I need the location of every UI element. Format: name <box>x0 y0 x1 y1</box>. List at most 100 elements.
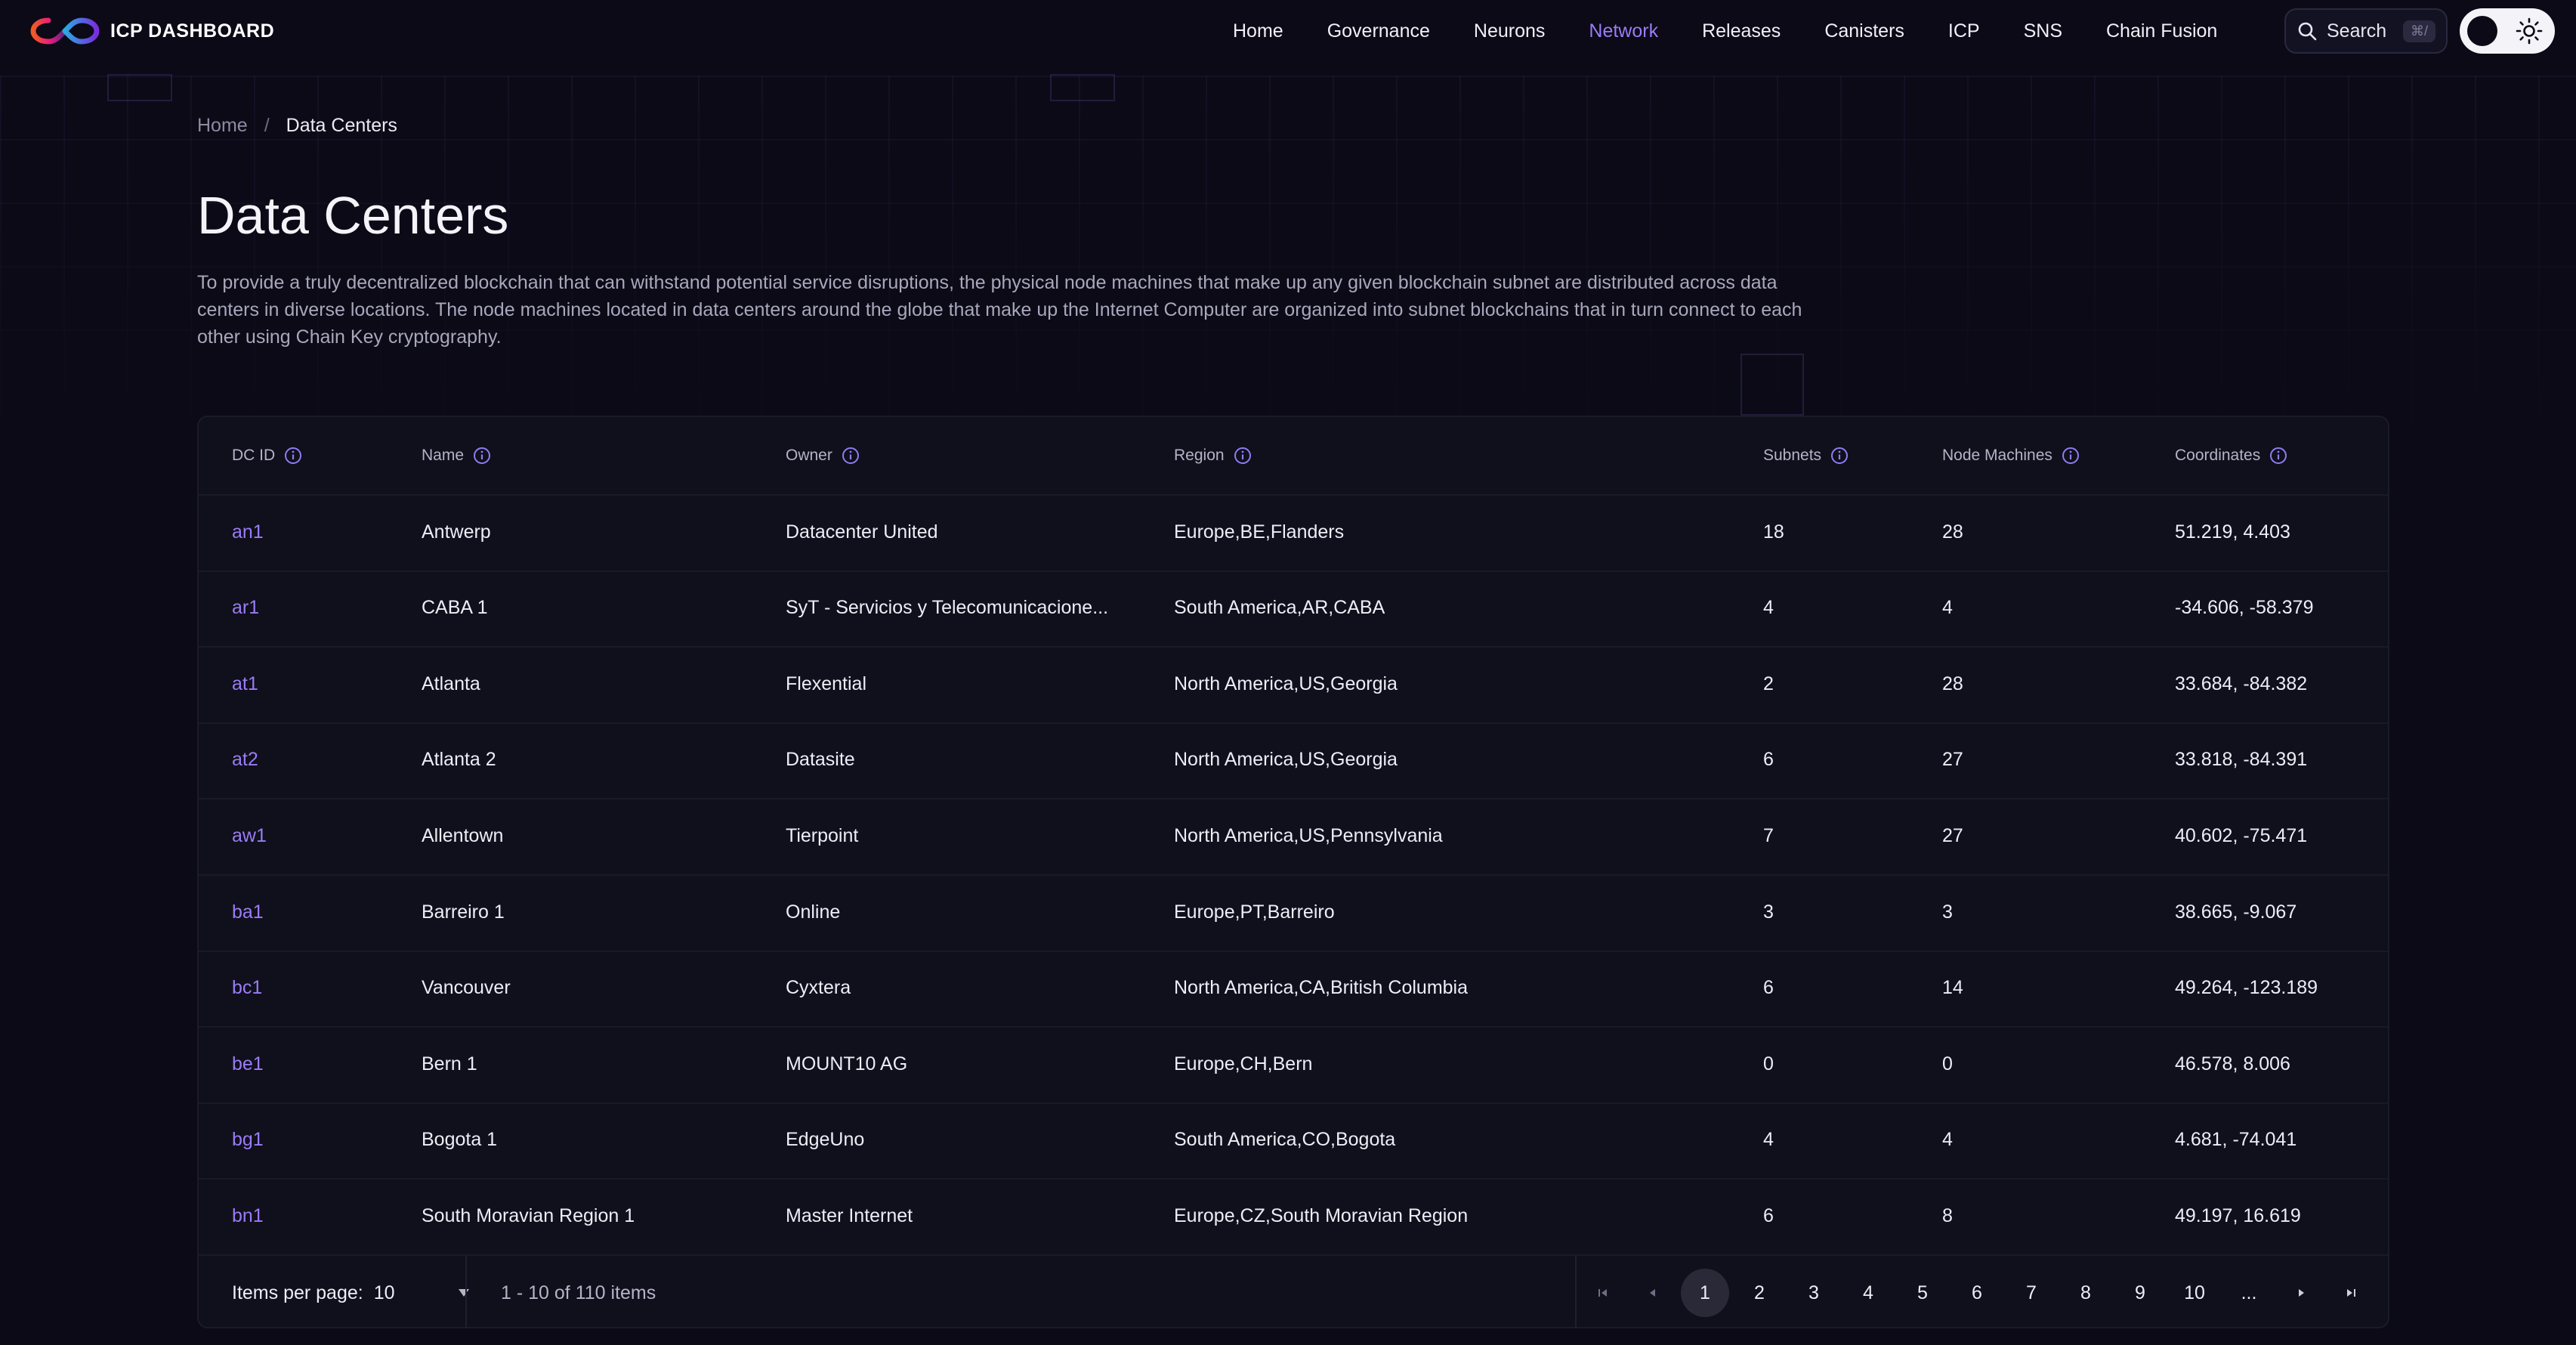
region-cell: North America,CA,British Columbia <box>1174 977 1469 999</box>
nav-canisters[interactable]: Canisters <box>1824 20 1904 42</box>
previous-page-button[interactable] <box>1631 1269 1675 1317</box>
page-button-2[interactable]: 2 <box>1735 1269 1784 1317</box>
dc-id-link[interactable]: aw1 <box>232 825 267 847</box>
column-header-owner: Owner <box>786 417 860 494</box>
column-header-dc-id: DC ID <box>232 417 302 494</box>
nav-icp[interactable]: ICP <box>1948 20 1980 42</box>
next-page-icon <box>2299 1289 2304 1297</box>
page-button-4[interactable]: 4 <box>1844 1269 1892 1317</box>
search-button[interactable]: Search ⌘/ <box>2284 8 2448 54</box>
table-row[interactable]: aw1 Allentown Tierpoint North America,US,Pe… <box>199 798 2388 872</box>
dc-id-link[interactable]: at1 <box>232 673 258 695</box>
dc-id-link[interactable]: bg1 <box>232 1129 264 1151</box>
owner-cell: Datasite <box>786 749 855 771</box>
dc-id-link[interactable]: ar1 <box>232 597 259 619</box>
table-row[interactable]: at1 Atlanta Flexential North America,US,Geo… <box>199 646 2388 720</box>
first-page-button[interactable] <box>1581 1269 1625 1317</box>
column-header-name: Name <box>422 417 491 494</box>
page-button-9[interactable]: 9 <box>2116 1269 2164 1317</box>
column-label: Region <box>1174 447 1225 464</box>
nav-home[interactable]: Home <box>1233 20 1283 42</box>
page-description: To provide a truly decentralized blockch… <box>197 272 1802 348</box>
node-machines-cell: 4 <box>1942 1129 1953 1151</box>
info-icon[interactable] <box>1234 447 1252 465</box>
page-button-5[interactable]: 5 <box>1898 1269 1947 1317</box>
info-icon[interactable] <box>2062 447 2080 465</box>
breadcrumb-home[interactable]: Home <box>197 115 248 137</box>
page-button-10[interactable]: 10 <box>2170 1269 2219 1317</box>
coordinates-cell: 33.684, -84.382 <box>2175 672 2308 694</box>
dc-id-link[interactable]: ba1 <box>232 901 264 923</box>
sun-icon <box>2516 17 2543 45</box>
owner-cell: MOUNT10 AG <box>786 1053 908 1074</box>
owner-cell: Master Internet <box>786 1204 913 1226</box>
nav-governance[interactable]: Governance <box>1327 20 1430 42</box>
coordinates-cell: 40.602, -75.471 <box>2175 824 2308 846</box>
table-row[interactable]: ba1 Barreiro 1 Online Europe,PT,Barreiro 3 3 3… <box>199 874 2388 948</box>
table-row[interactable]: be1 Bern 1 MOUNT10 AG Europe,CH,Bern 0 0 46.57… <box>199 1026 2388 1100</box>
nav-neurons[interactable]: Neurons <box>1474 20 1546 42</box>
table-row[interactable]: an1 Antwerp Datacenter United Europe,BE,Fla… <box>199 494 2388 568</box>
table-row[interactable]: at2 Atlanta 2 Datasite North America,US,Geo… <box>199 722 2388 796</box>
dc-id-link[interactable]: be1 <box>232 1053 264 1075</box>
dc-id-link[interactable]: bn1 <box>232 1205 264 1227</box>
chevron-down-icon <box>458 1289 469 1297</box>
logo-text: ICP DASHBOARD <box>110 20 275 42</box>
coordinates-cell: 33.818, -84.391 <box>2175 749 2308 771</box>
name-cell: Antwerp <box>422 521 491 543</box>
subnets-cell: 3 <box>1763 901 1774 923</box>
nav-chain-fusion[interactable]: Chain Fusion <box>2106 20 2217 42</box>
column-label: Node Machines <box>1942 447 2052 464</box>
info-icon[interactable] <box>1830 447 1849 465</box>
page-button-8[interactable]: 8 <box>2062 1269 2110 1317</box>
theme-toggle[interactable] <box>2460 8 2555 54</box>
page-button-1[interactable]: 1 <box>1681 1269 1729 1317</box>
name-cell: Atlanta <box>422 672 480 694</box>
table-row[interactable]: bn1 South Moravian Region 1 Master Interne… <box>199 1178 2388 1252</box>
background-decoration <box>1050 74 1115 101</box>
page-button-6[interactable]: 6 <box>1953 1269 2001 1317</box>
last-page-button[interactable] <box>2329 1269 2373 1317</box>
table-header: DC ID Name Owner Region Subnets Node Mac… <box>199 417 2388 494</box>
items-per-page-select[interactable]: Items per page: 10 <box>232 1256 469 1330</box>
column-label: Name <box>422 447 465 464</box>
logo[interactable]: ICP DASHBOARD <box>30 14 274 48</box>
owner-cell: Datacenter United <box>786 521 938 543</box>
table-row[interactable]: ar1 CABA 1 SyT - Servicios y Telecomunicac… <box>199 570 2388 645</box>
name-cell: CABA 1 <box>422 597 488 619</box>
node-machines-cell: 3 <box>1942 901 1953 923</box>
coordinates-cell: 4.681, -74.041 <box>2175 1129 2297 1151</box>
items-range: 1 - 10 of 110 items <box>501 1282 656 1303</box>
dc-id-link[interactable]: an1 <box>232 521 264 543</box>
first-page-icon <box>1598 1289 1607 1297</box>
coordinates-cell: 49.264, -123.189 <box>2175 977 2318 999</box>
background-decoration <box>107 74 172 101</box>
main-nav: Home Governance Neurons Network Releases Cani… <box>1233 0 2261 62</box>
info-icon[interactable] <box>2269 447 2287 465</box>
table-row[interactable]: bg1 Bogota 1 EdgeUno South America,CO,Bogot… <box>199 1102 2388 1176</box>
pagination-ellipsis[interactable]: ... <box>2225 1269 2273 1317</box>
subnets-cell: 0 <box>1763 1053 1774 1074</box>
name-cell: Atlanta 2 <box>422 749 496 771</box>
table-row[interactable]: bc1 Vancouver Cyxtera North America,CA,Brit… <box>199 950 2388 1025</box>
info-icon[interactable] <box>842 447 860 465</box>
subnets-cell: 2 <box>1763 672 1774 694</box>
nav-releases[interactable]: Releases <box>1702 20 1781 42</box>
coordinates-cell: -34.606, -58.379 <box>2175 597 2314 619</box>
nav-sns[interactable]: SNS <box>2024 20 2062 42</box>
dc-id-link[interactable]: bc1 <box>232 977 262 999</box>
previous-page-icon <box>1650 1289 1655 1297</box>
nav-network[interactable]: Network <box>1589 20 1658 42</box>
next-page-button[interactable] <box>2279 1269 2323 1317</box>
background-decoration <box>1740 354 1804 416</box>
dc-id-link[interactable]: at2 <box>232 749 258 771</box>
page-button-7[interactable]: 7 <box>2007 1269 2056 1317</box>
dark-mode-knob <box>2467 16 2497 46</box>
info-icon[interactable] <box>284 447 302 465</box>
name-cell: Bogota 1 <box>422 1129 498 1151</box>
coordinates-cell: 46.578, 8.006 <box>2175 1053 2290 1074</box>
page-button-3[interactable]: 3 <box>1790 1269 1838 1317</box>
column-label: DC ID <box>232 447 276 464</box>
info-icon[interactable] <box>473 447 491 465</box>
region-cell: South America,AR,CABA <box>1174 597 1385 619</box>
